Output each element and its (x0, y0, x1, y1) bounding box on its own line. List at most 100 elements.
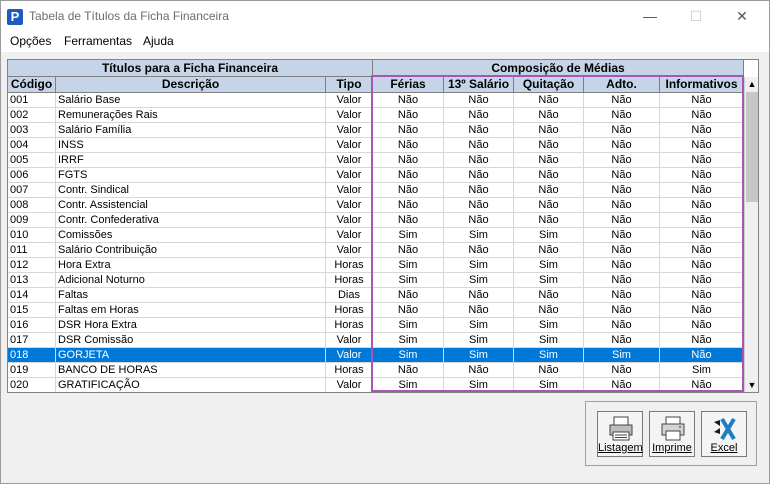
cell-informativos: Não (660, 273, 744, 288)
table-row[interactable]: 008 Contr. Assistencial Valor Não Não Não Não N… (8, 198, 744, 213)
excel-button[interactable]: Excel (701, 411, 747, 457)
cell-tipo: Valor (326, 243, 373, 258)
table-row[interactable]: 013 Adicional Noturno Horas Sim Sim Sim Não Não (8, 273, 744, 288)
cell-quitacao: Sim (514, 258, 584, 273)
table-row[interactable]: 017 DSR Comissão Valor Sim Sim Sim Não Não (8, 333, 744, 348)
column-header-ferias[interactable]: Férias (373, 77, 444, 93)
cell-informativos: Não (660, 183, 744, 198)
column-header-informativos[interactable]: Informativos (660, 77, 744, 93)
cell-informativos: Não (660, 333, 744, 348)
cell-tipo: Dias (326, 288, 373, 303)
cell-adto: Não (584, 153, 660, 168)
cell-13-salario: Não (444, 303, 514, 318)
table-row[interactable]: 019 BANCO DE HORAS Horas Não Não Não Não Sim (8, 363, 744, 378)
titles-grid[interactable]: Títulos para a Ficha Financeira Composiç… (7, 59, 759, 393)
cell-informativos: Não (660, 348, 744, 363)
cell-ferias: Sim (373, 318, 444, 333)
cell-descricao: INSS (56, 138, 326, 153)
cell-descricao: GORJETA (56, 348, 326, 363)
table-row[interactable]: 001 Salário Base Valor Não Não Não Não Não (8, 93, 744, 108)
cell-13-salario: Sim (444, 228, 514, 243)
table-row[interactable]: 002 Remunerações Rais Valor Não Não Não Não Não (8, 108, 744, 123)
cell-informativos: Não (660, 228, 744, 243)
cell-adto: Não (584, 243, 660, 258)
cell-adto: Não (584, 168, 660, 183)
cell-tipo: Valor (326, 333, 373, 348)
scroll-down-arrow-icon[interactable]: ▼ (745, 378, 758, 392)
cell-codigo: 010 (8, 228, 56, 243)
cell-adto: Não (584, 123, 660, 138)
table-row[interactable]: 018 GORJETA Valor Sim Sim Sim Sim Não (8, 348, 744, 363)
scroll-thumb[interactable] (746, 92, 758, 202)
table-row[interactable]: 011 Salário Contribuição Valor Não Não Não Não… (8, 243, 744, 258)
close-button[interactable]: ✕ (719, 1, 765, 32)
cell-ferias: Não (373, 168, 444, 183)
column-header-codigo[interactable]: Código (8, 77, 56, 93)
menu-opcoes[interactable]: Opções (10, 34, 51, 48)
menu-bar: Opções Ferramentas Ajuda (1, 32, 769, 52)
cell-descricao: DSR Hora Extra (56, 318, 326, 333)
cell-tipo: Valor (326, 123, 373, 138)
cell-informativos: Não (660, 288, 744, 303)
cell-ferias: Sim (373, 348, 444, 363)
cell-13-salario: Não (444, 363, 514, 378)
cell-ferias: Não (373, 123, 444, 138)
cell-codigo: 014 (8, 288, 56, 303)
cell-adto: Não (584, 288, 660, 303)
cell-descricao: Salário Base (56, 93, 326, 108)
cell-quitacao: Não (514, 288, 584, 303)
maximize-button[interactable]: ☐ (673, 1, 719, 32)
table-row[interactable]: 006 FGTS Valor Não Não Não Não Não (8, 168, 744, 183)
table-row[interactable]: 014 Faltas Dias Não Não Não Não Não (8, 288, 744, 303)
menu-ajuda[interactable]: Ajuda (143, 34, 174, 48)
cell-tipo: Valor (326, 153, 373, 168)
column-header-13-salario[interactable]: 13º Salário (444, 77, 514, 93)
table-row[interactable]: 004 INSS Valor Não Não Não Não Não (8, 138, 744, 153)
table-row[interactable]: 020 GRATIFICAÇÃO Valor Sim Sim Sim Não Não (8, 378, 744, 392)
cell-13-salario: Não (444, 138, 514, 153)
cell-ferias: Sim (373, 333, 444, 348)
cell-informativos: Não (660, 138, 744, 153)
cell-adto: Não (584, 333, 660, 348)
column-header-tipo[interactable]: Tipo (326, 77, 373, 93)
cell-tipo: Valor (326, 348, 373, 363)
table-row[interactable]: 007 Contr. Sindical Valor Não Não Não Não Não (8, 183, 744, 198)
cell-adto: Sim (584, 348, 660, 363)
scroll-up-arrow-icon[interactable]: ▲ (745, 77, 758, 91)
cell-tipo: Valor (326, 198, 373, 213)
menu-ferramentas[interactable]: Ferramentas (64, 34, 132, 48)
column-header-adto[interactable]: Adto. (584, 77, 660, 93)
cell-quitacao: Não (514, 198, 584, 213)
cell-quitacao: Não (514, 108, 584, 123)
cell-codigo: 004 (8, 138, 56, 153)
cell-13-salario: Sim (444, 348, 514, 363)
cell-codigo: 018 (8, 348, 56, 363)
cell-quitacao: Não (514, 363, 584, 378)
table-row[interactable]: 005 IRRF Valor Não Não Não Não Não (8, 153, 744, 168)
table-row[interactable]: 012 Hora Extra Horas Sim Sim Sim Não Não (8, 258, 744, 273)
printer-icon (661, 416, 685, 441)
cell-codigo: 015 (8, 303, 56, 318)
vertical-scrollbar[interactable]: ▲ ▼ (744, 77, 758, 392)
minimize-button[interactable]: — (627, 1, 673, 32)
group-header-row: Títulos para a Ficha Financeira Composiç… (8, 60, 744, 77)
table-row[interactable]: 015 Faltas em Horas Horas Não Não Não Não Não (8, 303, 744, 318)
cell-quitacao: Não (514, 138, 584, 153)
listagem-button[interactable]: Listagem (597, 411, 643, 457)
cell-codigo: 006 (8, 168, 56, 183)
group-header-medias: Composição de Médias (373, 60, 744, 77)
imprime-button[interactable]: Imprime (649, 411, 695, 457)
column-header-quitacao[interactable]: Quitação (514, 77, 584, 93)
table-row[interactable]: 010 Comissões Valor Sim Sim Sim Não Não (8, 228, 744, 243)
cell-codigo: 011 (8, 243, 56, 258)
cell-ferias: Sim (373, 258, 444, 273)
cell-ferias: Sim (373, 378, 444, 392)
table-row[interactable]: 009 Contr. Confederativa Valor Não Não Não Não… (8, 213, 744, 228)
cell-adto: Não (584, 273, 660, 288)
cell-13-salario: Não (444, 198, 514, 213)
app-logo-icon: P (7, 9, 23, 25)
cell-descricao: Contr. Confederativa (56, 213, 326, 228)
table-row[interactable]: 003 Salário Família Valor Não Não Não Não Não (8, 123, 744, 138)
column-header-descricao[interactable]: Descrição (56, 77, 326, 93)
table-row[interactable]: 016 DSR Hora Extra Horas Sim Sim Sim Não Não (8, 318, 744, 333)
